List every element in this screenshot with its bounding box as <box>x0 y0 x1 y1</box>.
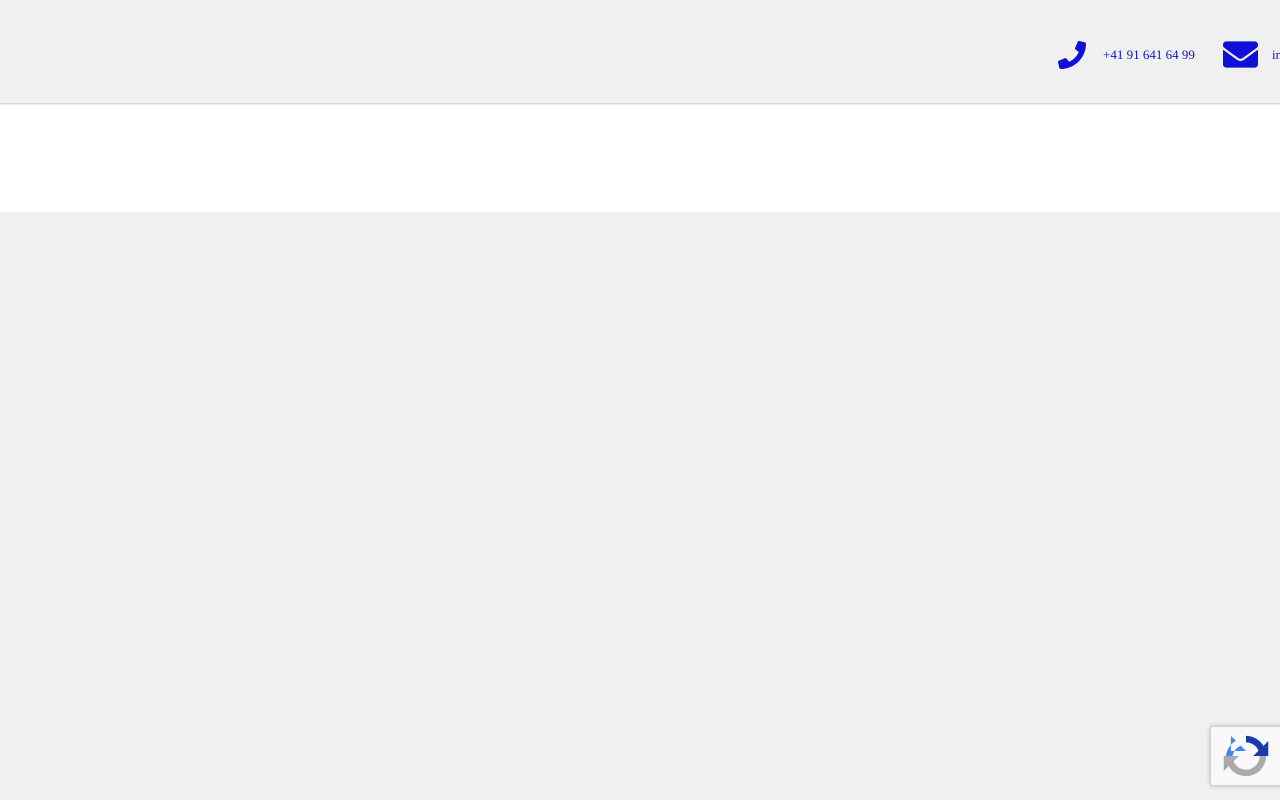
email-address: in <box>1272 47 1280 62</box>
email-link[interactable]: in <box>1223 40 1280 70</box>
navigation-band <box>0 105 1280 212</box>
top-contact-bar: +41 91 641 64 99 in <box>0 0 1280 104</box>
phone-link[interactable]: +41 91 641 64 99 <box>1058 40 1195 70</box>
phone-icon <box>1058 40 1086 70</box>
envelope-icon <box>1223 40 1258 70</box>
recaptcha-badge[interactable] <box>1210 726 1280 786</box>
main-content <box>0 212 1280 800</box>
phone-number: +41 91 641 64 99 <box>1103 47 1195 62</box>
recaptcha-logo-icon <box>1223 733 1269 779</box>
